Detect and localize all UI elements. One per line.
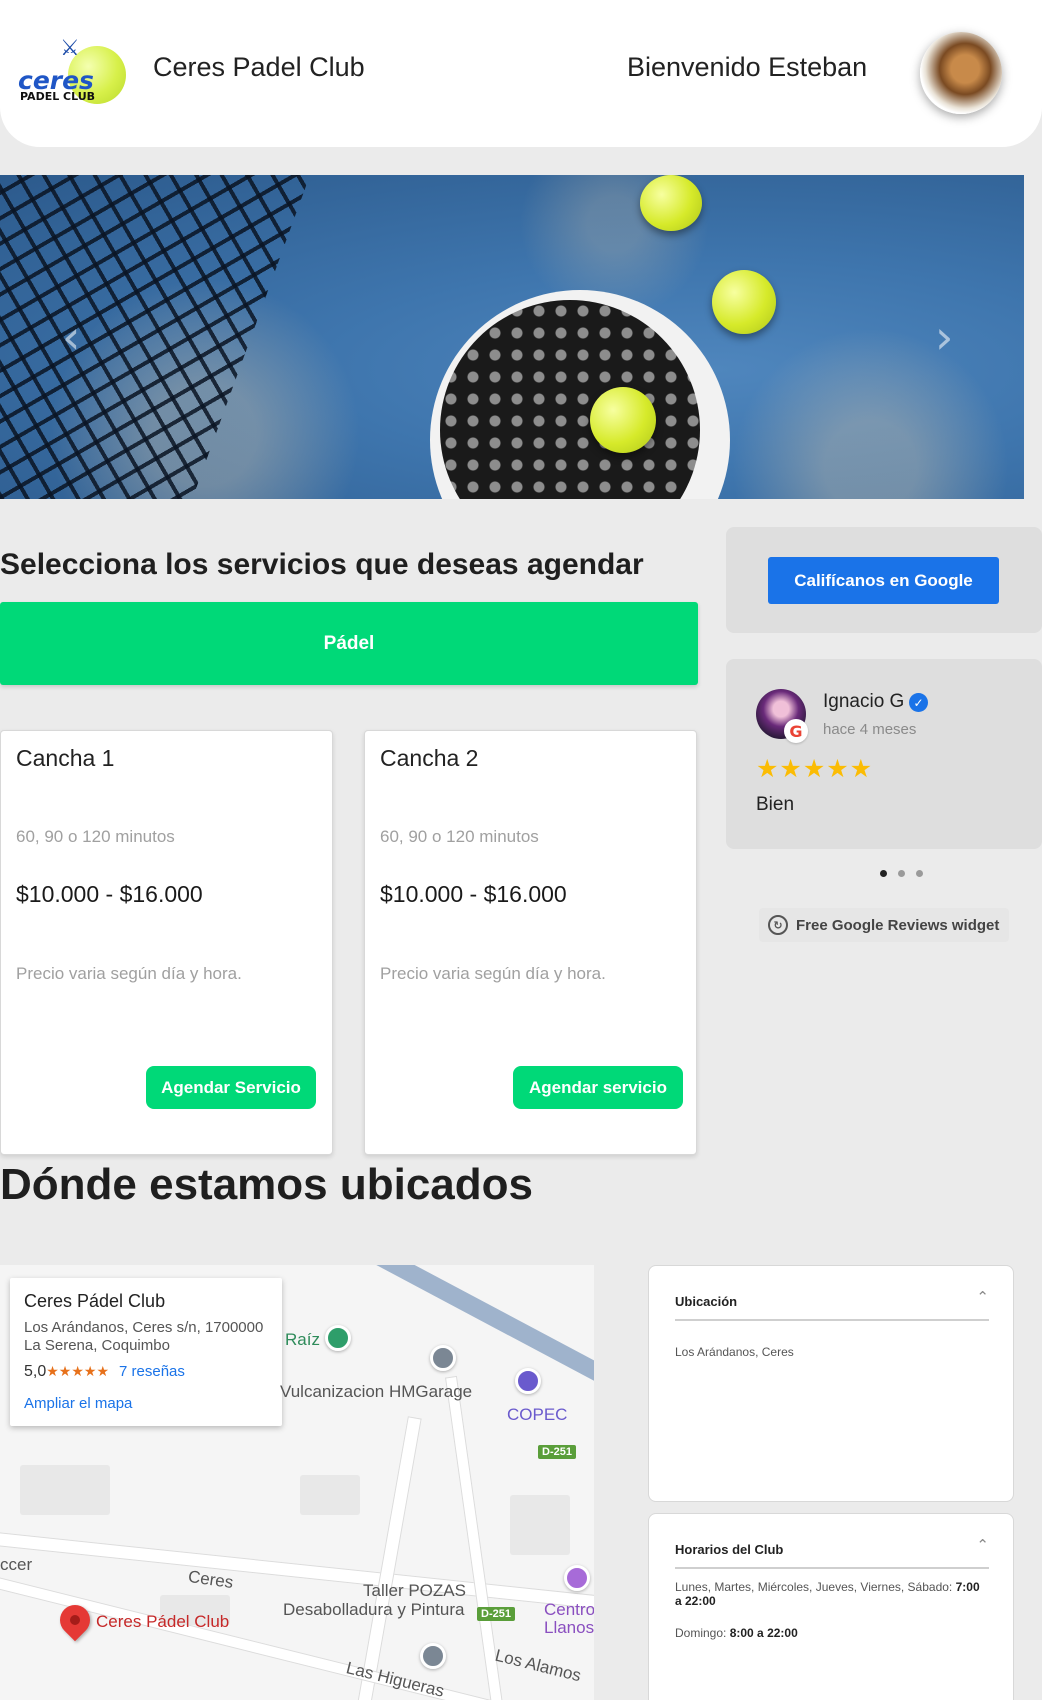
shopping-icon[interactable]	[564, 1565, 590, 1591]
park-icon[interactable]	[325, 1325, 351, 1351]
service-card-cancha-1: Cancha 1 60, 90 o 120 minutos $10.000 - …	[0, 730, 333, 1155]
map-label-vulcanizacion: Vulcanizacion HMGarage	[280, 1382, 473, 1401]
sunday-hours: Domingo: 8:00 a 22:00	[675, 1626, 798, 1640]
road-badge: D-251	[477, 1607, 515, 1621]
map-label-raiz: Raíz	[285, 1330, 320, 1349]
card-duration: 60, 90 o 120 minutos	[380, 827, 539, 846]
reviewer-name[interactable]: Ignacio G	[823, 691, 904, 713]
google-icon: G	[784, 719, 808, 743]
place-name: Ceres Pádel Club	[24, 1291, 166, 1311]
card-note: Precio varia según día y hora.	[16, 964, 242, 983]
map-label-los-alamos: Los Alamos	[493, 1645, 584, 1686]
book-service-button[interactable]: Agendar servicio	[513, 1066, 683, 1109]
map-label-centro: Centro	[544, 1600, 594, 1619]
review-pagination	[880, 870, 923, 877]
logo-text-bottom: PADEL CLUB	[20, 90, 96, 103]
refresh-icon: ↻	[768, 915, 788, 935]
road-badge: D-251	[538, 1445, 576, 1459]
weekday-label: Lunes, Martes, Miércoles, Jueves, Vierne…	[675, 1580, 953, 1594]
ubicacion-text: Los Arándanos, Ceres	[675, 1345, 794, 1359]
chevron-right-icon[interactable]: ›	[935, 310, 953, 364]
map-block	[510, 1495, 570, 1555]
tennis-ball-graphic	[712, 270, 776, 334]
map-block	[300, 1475, 360, 1515]
map-road	[352, 1416, 422, 1700]
map-place-card: Ceres Pádel Club Los Arándanos, Ceres s/…	[10, 1278, 282, 1426]
card-note: Precio varia según día y hora.	[380, 964, 606, 983]
map-label-llanos: Llanos	[544, 1618, 594, 1637]
review-text: Bien	[756, 794, 795, 815]
card-title: Cancha 1	[16, 745, 115, 771]
embedded-map[interactable]: Ceres Pádel Club Los Arándanos, Ceres s/…	[0, 1265, 594, 1700]
chevron-up-icon[interactable]: ⌃	[976, 1536, 989, 1554]
widget-label: Free Google Reviews widget	[796, 916, 1000, 934]
map-label-pin: Ceres Pádel Club	[96, 1612, 230, 1631]
service-card-cancha-2: Cancha 2 60, 90 o 120 minutos $10.000 - …	[364, 730, 697, 1155]
user-avatar[interactable]	[920, 32, 1002, 114]
hero-carousel[interactable]: ‹ ›	[0, 175, 1024, 499]
place-marker-icon[interactable]	[420, 1643, 446, 1669]
place-rating: 5,0★★★★★ 7 reseñas	[24, 1363, 185, 1381]
site-header: ⚔ ceres PADEL CLUB Ceres Padel Club Bien…	[0, 0, 1042, 147]
tennis-ball-graphic	[590, 387, 656, 453]
review-card: G Ignacio G ✓ hace 4 meses ★★★★★ Bien	[726, 659, 1042, 849]
sunday-label: Domingo:	[675, 1626, 727, 1640]
hours-info-panel: Horarios del Club ⌃ Lunes, Martes, Miérc…	[648, 1513, 1014, 1700]
gas-station-icon[interactable]	[515, 1368, 541, 1394]
map-label-taller: Taller POZAS	[363, 1581, 466, 1600]
address-line-2: La Serena, Coquimbo	[24, 1337, 170, 1354]
services-title: Selecciona los servicios que deseas agen…	[0, 548, 644, 581]
location-info-panel: Ubicación ⌃ Los Arándanos, Ceres	[648, 1265, 1014, 1502]
chevron-left-icon[interactable]: ‹	[62, 310, 80, 364]
rating-value: 5,0	[24, 1363, 47, 1380]
welcome-message: Bienvenido Esteban	[627, 52, 868, 82]
pagination-dot[interactable]	[898, 870, 905, 877]
chevron-up-icon[interactable]: ⌃	[976, 1288, 989, 1306]
map-label-taller-sub: Desabolladura y Pintura	[283, 1600, 465, 1619]
reviews-link[interactable]: 7 reseñas	[119, 1363, 185, 1380]
category-tab-padel[interactable]: Pádel	[0, 602, 698, 685]
rating-stars: ★★★★★	[46, 1364, 110, 1380]
sunday-time: 8:00 a 22:00	[729, 1626, 798, 1640]
racket-icon: ⚔	[60, 36, 80, 61]
divider	[675, 1567, 989, 1569]
map-label-ccer: ccer	[0, 1555, 33, 1574]
review-time: hace 4 meses	[823, 721, 917, 738]
place-address: Los Arándanos, Ceres s/n, 1700000 La Ser…	[24, 1319, 274, 1355]
divider	[675, 1319, 989, 1321]
book-service-button[interactable]: Agendar Servicio	[146, 1066, 316, 1109]
review-stars: ★★★★★	[756, 754, 874, 783]
map-label-copec: COPEC	[507, 1405, 568, 1424]
rate-us-panel: Califícanos en Google	[726, 527, 1042, 633]
card-duration: 60, 90 o 120 minutos	[16, 827, 175, 846]
weekday-hours: Lunes, Martes, Miércoles, Jueves, Vierne…	[675, 1580, 989, 1608]
rate-on-google-button[interactable]: Califícanos en Google	[768, 557, 999, 604]
map-block	[20, 1465, 110, 1515]
map-label-ceres: Ceres	[186, 1566, 235, 1593]
card-price: $10.000 - $16.000	[380, 881, 567, 907]
place-marker-icon[interactable]	[430, 1345, 456, 1371]
pagination-dot[interactable]	[916, 870, 923, 877]
card-price: $10.000 - $16.000	[16, 881, 203, 907]
reviews-widget-badge[interactable]: ↻ Free Google Reviews widget	[759, 908, 1009, 942]
club-logo[interactable]: ⚔ ceres PADEL CLUB	[18, 36, 126, 112]
tennis-ball-graphic	[640, 175, 702, 231]
card-title: Cancha 2	[380, 745, 479, 771]
location-title: Dónde estamos ubicados	[0, 1160, 534, 1209]
verified-icon: ✓	[909, 693, 928, 712]
club-name: Ceres Padel Club	[153, 52, 365, 82]
address-line-1: Los Arándanos, Ceres s/n, 1700000	[24, 1319, 264, 1336]
ubicacion-title: Ubicación	[675, 1294, 738, 1309]
pagination-dot[interactable]	[880, 870, 887, 877]
expand-map-link[interactable]: Ampliar el mapa	[24, 1395, 132, 1412]
horarios-title: Horarios del Club	[675, 1542, 784, 1557]
